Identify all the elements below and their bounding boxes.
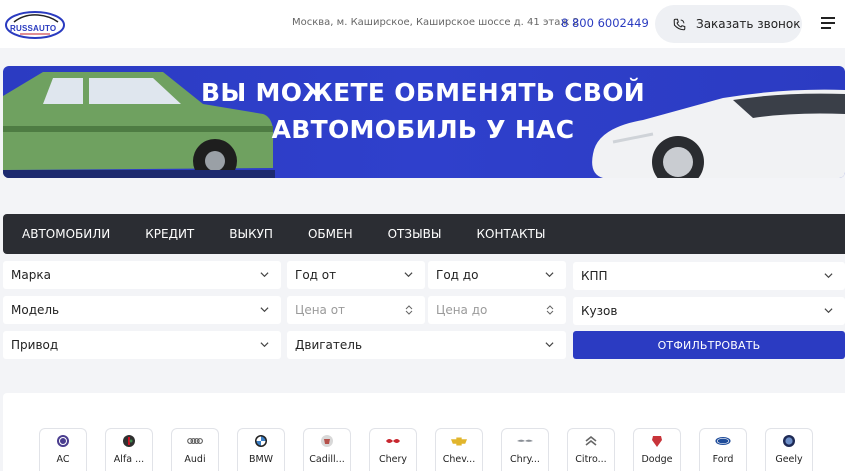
phone-link[interactable]: 8 800 6002449 [561,16,649,30]
bmw-logo-icon [253,434,269,448]
brand-card-chrysler[interactable]: Chry... [501,428,549,471]
nav-item-reviews[interactable]: ОТЗЫВЫ [388,227,442,241]
chevron-down-icon [824,273,833,279]
ac-logo-icon [55,434,71,448]
filter-button[interactable]: ОТФИЛЬТРОВАТЬ [573,331,845,359]
spinner-arrows-icon[interactable] [546,304,554,316]
citroen-logo-icon [583,434,599,448]
nav-item-exchange[interactable]: ОБМЕН [308,227,353,241]
brand-card-cadillac[interactable]: Cadill... [303,428,351,471]
chevron-down-icon [545,272,554,278]
menu-icon[interactable] [821,17,835,31]
phone-icon [673,18,686,30]
brand-card-ford[interactable]: Ford [699,428,747,471]
brand-card-citroen[interactable]: Citro... [567,428,615,471]
nav-item-buyout[interactable]: ВЫКУП [229,227,273,241]
callback-label: Заказать звонок [696,17,801,31]
brand-card-audi[interactable]: Audi [171,428,219,471]
chevron-down-icon [260,342,269,348]
address: Москва, м. Каширское, Каширское шоссе д.… [292,17,579,28]
gearbox-select[interactable]: КПП [573,262,845,290]
promo-banner[interactable]: ВЫ МОЖЕТЕ ОБМЕНЯТЬ СВОЙ АВТОМОБИЛЬ У НАС [3,66,845,178]
nav-item-credit[interactable]: КРЕДИТ [145,227,194,241]
brand-card-chery[interactable]: Chery [369,428,417,471]
chevron-down-icon [260,272,269,278]
chevron-down-icon [545,342,554,348]
make-select[interactable]: Марка [3,261,281,289]
white-coupe-image [592,89,845,178]
price-from-input[interactable]: Цена от [287,296,425,324]
alfa-romeo-logo-icon [121,434,137,448]
ford-logo-icon [715,434,731,448]
header: RUSSAUTO Москва, м. Каширское, Каширское… [0,0,845,48]
cadillac-logo-icon [319,434,335,448]
brand-card-alfa-romeo[interactable]: Alfa ... [105,428,153,471]
logo-text: RUSSAUTO [10,24,57,33]
price-to-input[interactable]: Цена до [428,296,566,324]
audi-logo-icon [187,434,203,448]
year-from-select[interactable]: Год от [287,261,425,289]
dodge-logo-icon [649,434,665,448]
chery-logo-icon [385,434,401,448]
chrysler-logo-icon [517,434,533,448]
nav-item-cars[interactable]: АВТОМОБИЛИ [22,227,110,241]
chevron-down-icon [260,307,269,313]
brand-card-chevrolet[interactable]: Chev... [435,428,483,471]
chevron-down-icon [824,308,833,314]
drive-select[interactable]: Привод [3,331,281,359]
model-select[interactable]: Модель [3,296,281,324]
geely-logo-icon [781,434,797,448]
body-select[interactable]: Кузов [573,297,845,325]
year-to-select[interactable]: Год до [428,261,566,289]
chevrolet-logo-icon [451,434,467,448]
callback-button[interactable]: Заказать звонок [655,5,802,43]
brand-card-ac[interactable]: AC [39,428,87,471]
brand-card-geely[interactable]: Geely [765,428,813,471]
chevron-down-icon [404,272,413,278]
brand-card-dodge[interactable]: Dodge [633,428,681,471]
logo[interactable]: RUSSAUTO [4,8,66,40]
brand-card-bmw[interactable]: BMW [237,428,285,471]
nav-item-contacts[interactable]: КОНТАКТЫ [476,227,545,241]
main-nav: АВТОМОБИЛИ КРЕДИТ ВЫКУП ОБМЕН ОТЗЫВЫ КОН… [3,214,845,254]
spinner-arrows-icon[interactable] [405,304,413,316]
engine-select[interactable]: Двигатель [287,331,566,359]
